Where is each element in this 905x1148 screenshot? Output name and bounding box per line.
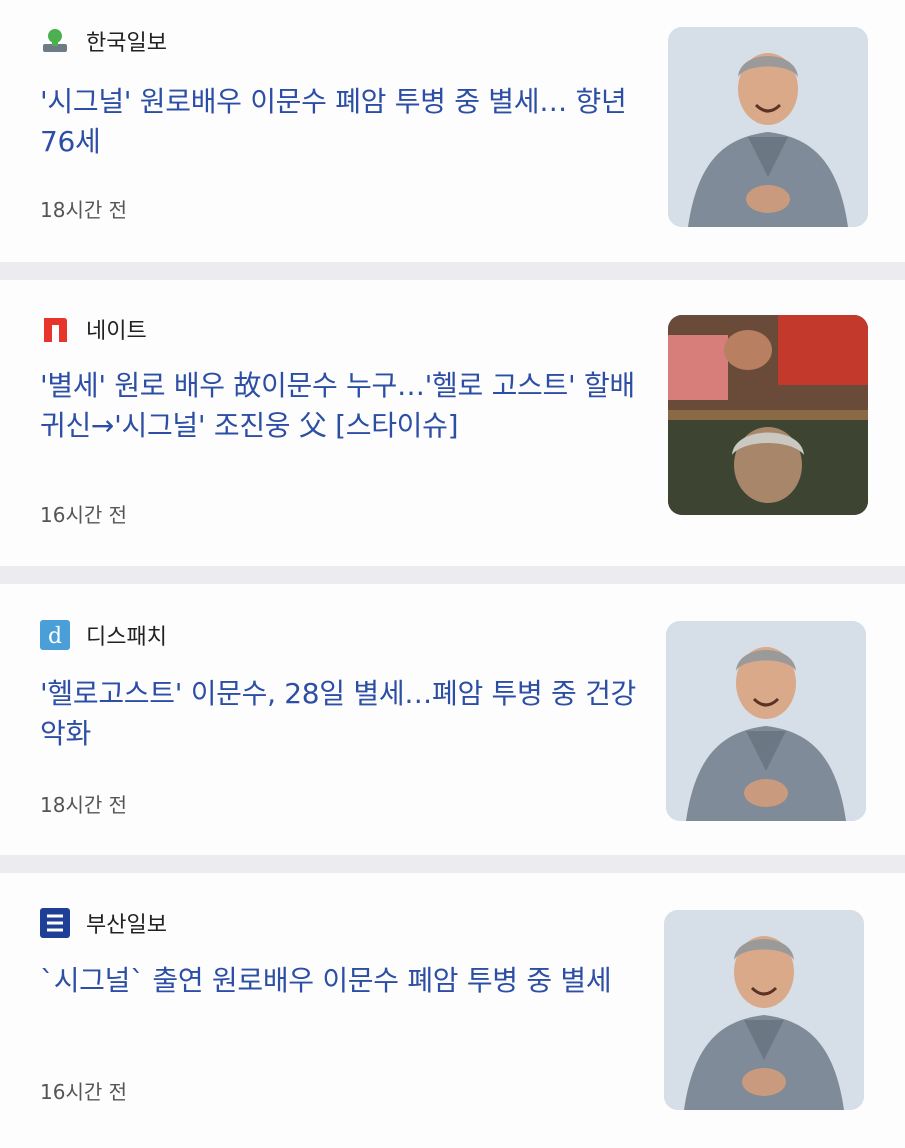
news-source-name: 디스패치 [86,625,167,650]
news-source: 부산일보 [40,908,167,938]
news-card[interactable]: 부산일보 `시그널` 출연 원로배우 이문수 폐암 투병 중 별세 16시간 전 [0,873,905,1148]
portrait-photo-icon [664,910,864,1110]
dispatch-logo-icon: d [40,620,70,650]
portrait-photo-icon [666,621,866,821]
news-card[interactable]: d 디스패치 '헬로고스트' 이문수, 28일 별세…폐암 투병 중 건강 악화… [0,584,905,855]
news-source: 네이트 [40,314,147,344]
news-time: 16시간 전 [40,503,128,527]
news-thumbnail[interactable] [664,910,864,1110]
news-time: 16시간 전 [40,1080,128,1104]
news-source-name: 네이트 [86,319,147,344]
news-headline[interactable]: '시그널' 원로배우 이문수 폐암 투병 중 별세… 향년 76세 [40,82,640,162]
news-time: 18시간 전 [40,198,128,222]
news-headline[interactable]: '헬로고스트' 이문수, 28일 별세…폐암 투병 중 건강 악화 [40,674,640,754]
card-separator [0,262,905,280]
news-thumbnail[interactable] [668,27,868,227]
news-thumbnail[interactable] [666,621,866,821]
svg-text:d: d [48,624,62,649]
portrait-photo-icon [668,27,868,227]
news-source: 한국일보 [40,26,167,56]
news-card[interactable]: 한국일보 '시그널' 원로배우 이문수 폐암 투병 중 별세… 향년 76세 1… [0,0,905,262]
nate-logo-icon [40,314,70,344]
news-source-name: 부산일보 [86,913,167,938]
news-source-name: 한국일보 [86,31,167,56]
card-separator [0,566,905,584]
news-source: d 디스패치 [40,620,167,650]
news-headline[interactable]: '별세' 원로 배우 故이문수 누구…'헬로 고스트' 할배 귀신→'시그널' … [40,366,640,446]
news-thumbnail[interactable] [668,315,868,515]
news-time: 18시간 전 [40,793,128,817]
busan-ilbo-logo-icon [40,908,70,938]
hankook-ilbo-logo-icon [40,26,70,56]
news-headline[interactable]: `시그널` 출연 원로배우 이문수 폐암 투병 중 별세 [40,961,640,1001]
card-separator [0,855,905,873]
film-stills-photo-icon [668,315,868,515]
news-card[interactable]: 네이트 '별세' 원로 배우 故이문수 누구…'헬로 고스트' 할배 귀신→'시… [0,280,905,566]
